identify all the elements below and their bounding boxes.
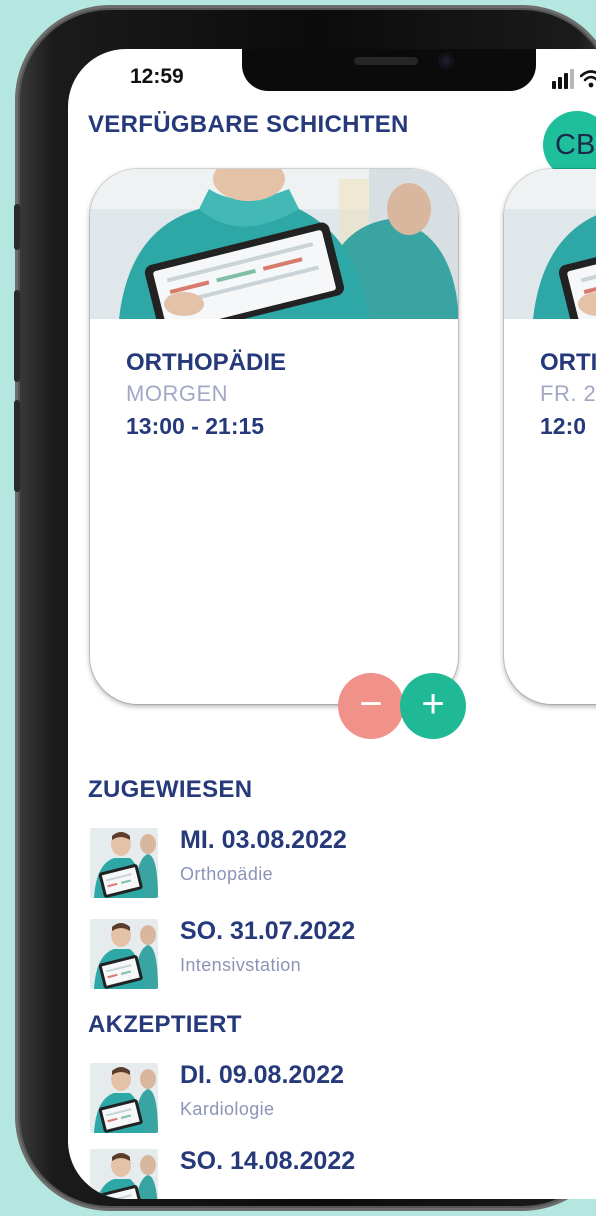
list-item-date: SO. 14.08.2022: [180, 1147, 356, 1175]
list-item[interactable]: DI. 09.08.2022 Kardiologie: [90, 1061, 590, 1141]
shift-card-image: [504, 169, 596, 319]
phone-frame: 12:59 VERFÜGBARE SCHICHTEN CB ORTHOPÄDIE…: [14, 8, 596, 1208]
shift-card-subtitle: FR. 2: [540, 381, 596, 406]
list-item[interactable]: SO. 31.07.2022 Intensivstation: [90, 917, 590, 997]
minus-icon: −: [359, 682, 383, 726]
shift-card-title: ORTHOPÄDIE: [126, 349, 287, 376]
shift-thumbnail: [90, 919, 158, 989]
side-button-mute: [14, 204, 20, 250]
assigned-section-title: ZUGEWIESEN: [88, 776, 253, 803]
list-item-department: Intensivstation: [180, 955, 302, 975]
shift-card-time: 12:0: [540, 413, 587, 439]
shift-card-subtitle: MORGEN: [126, 381, 228, 406]
status-icons: [552, 69, 596, 89]
shift-card-title: ORTI: [540, 349, 596, 376]
app-screen: 12:59 VERFÜGBARE SCHICHTEN CB ORTHOPÄDIE…: [68, 49, 596, 1199]
shift-card-time: 13:00 - 21:15: [126, 413, 265, 439]
camera: [438, 53, 454, 69]
shift-card[interactable]: ORTI FR. 2 12:0: [504, 169, 596, 704]
page-title: VERFÜGBARE SCHICHTEN: [88, 111, 409, 138]
shift-thumbnail: [90, 1149, 158, 1199]
list-item-department: Orthopädie: [180, 864, 274, 884]
wifi-icon: [580, 70, 596, 88]
notch: [242, 49, 536, 91]
status-time: 12:59: [130, 65, 184, 88]
shift-card-image: [90, 169, 458, 319]
list-item[interactable]: MI. 03.08.2022 Orthopädie: [90, 826, 590, 906]
shift-thumbnail: [90, 1063, 158, 1133]
shift-thumbnail: [90, 828, 158, 898]
list-item-date: DI. 09.08.2022: [180, 1061, 345, 1089]
speaker: [354, 57, 418, 65]
list-item-date: SO. 31.07.2022: [180, 917, 356, 945]
accepted-section-title: AKZEPTIERT: [88, 1011, 242, 1038]
list-item-date: MI. 03.08.2022: [180, 826, 347, 854]
side-button-volume-up: [14, 290, 20, 382]
list-item-department: Kardiologie: [180, 1099, 275, 1119]
list-item[interactable]: SO. 14.08.2022: [90, 1147, 590, 1199]
shift-card[interactable]: ORTHOPÄDIE MORGEN 13:00 - 21:15: [90, 169, 458, 704]
plus-icon: +: [421, 682, 445, 726]
accept-button[interactable]: +: [400, 673, 466, 739]
side-button-volume-down: [14, 400, 20, 492]
decline-button[interactable]: −: [338, 673, 404, 739]
